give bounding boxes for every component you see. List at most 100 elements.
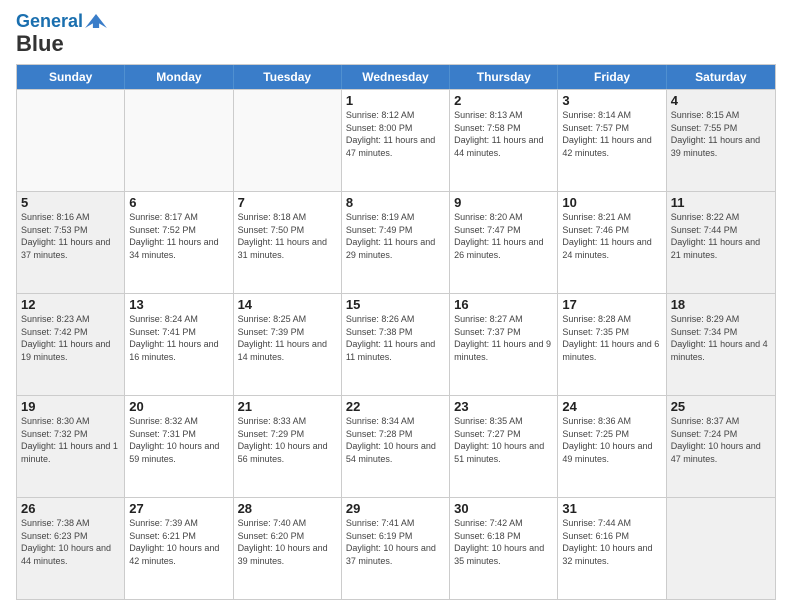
cal-cell-0-2 bbox=[234, 90, 342, 191]
logo: General Blue bbox=[16, 12, 107, 56]
cal-cell-2-6: 18Sunrise: 8:29 AM Sunset: 7:34 PM Dayli… bbox=[667, 294, 775, 395]
cal-cell-4-0: 26Sunrise: 7:38 AM Sunset: 6:23 PM Dayli… bbox=[17, 498, 125, 599]
day-number: 29 bbox=[346, 501, 445, 516]
day-info: Sunrise: 8:16 AM Sunset: 7:53 PM Dayligh… bbox=[21, 211, 120, 261]
day-info: Sunrise: 7:39 AM Sunset: 6:21 PM Dayligh… bbox=[129, 517, 228, 567]
day-info: Sunrise: 8:29 AM Sunset: 7:34 PM Dayligh… bbox=[671, 313, 771, 363]
day-info: Sunrise: 8:32 AM Sunset: 7:31 PM Dayligh… bbox=[129, 415, 228, 465]
day-info: Sunrise: 8:24 AM Sunset: 7:41 PM Dayligh… bbox=[129, 313, 228, 363]
day-info: Sunrise: 8:33 AM Sunset: 7:29 PM Dayligh… bbox=[238, 415, 337, 465]
day-info: Sunrise: 7:42 AM Sunset: 6:18 PM Dayligh… bbox=[454, 517, 553, 567]
day-info: Sunrise: 8:19 AM Sunset: 7:49 PM Dayligh… bbox=[346, 211, 445, 261]
day-number: 13 bbox=[129, 297, 228, 312]
day-number: 26 bbox=[21, 501, 120, 516]
day-info: Sunrise: 8:26 AM Sunset: 7:38 PM Dayligh… bbox=[346, 313, 445, 363]
calendar-row-1: 5Sunrise: 8:16 AM Sunset: 7:53 PM Daylig… bbox=[17, 191, 775, 293]
header-cell-wednesday: Wednesday bbox=[342, 65, 450, 89]
day-number: 18 bbox=[671, 297, 771, 312]
cal-cell-3-2: 21Sunrise: 8:33 AM Sunset: 7:29 PM Dayli… bbox=[234, 396, 342, 497]
cal-cell-3-6: 25Sunrise: 8:37 AM Sunset: 7:24 PM Dayli… bbox=[667, 396, 775, 497]
header-cell-friday: Friday bbox=[558, 65, 666, 89]
logo-text: General bbox=[16, 12, 83, 32]
day-number: 7 bbox=[238, 195, 337, 210]
cal-cell-4-4: 30Sunrise: 7:42 AM Sunset: 6:18 PM Dayli… bbox=[450, 498, 558, 599]
cal-cell-4-3: 29Sunrise: 7:41 AM Sunset: 6:19 PM Dayli… bbox=[342, 498, 450, 599]
day-number: 8 bbox=[346, 195, 445, 210]
cal-cell-1-6: 11Sunrise: 8:22 AM Sunset: 7:44 PM Dayli… bbox=[667, 192, 775, 293]
cal-cell-2-2: 14Sunrise: 8:25 AM Sunset: 7:39 PM Dayli… bbox=[234, 294, 342, 395]
cal-cell-1-1: 6Sunrise: 8:17 AM Sunset: 7:52 PM Daylig… bbox=[125, 192, 233, 293]
cal-cell-0-5: 3Sunrise: 8:14 AM Sunset: 7:57 PM Daylig… bbox=[558, 90, 666, 191]
calendar-row-0: 1Sunrise: 8:12 AM Sunset: 8:00 PM Daylig… bbox=[17, 89, 775, 191]
cal-cell-1-3: 8Sunrise: 8:19 AM Sunset: 7:49 PM Daylig… bbox=[342, 192, 450, 293]
cal-cell-3-3: 22Sunrise: 8:34 AM Sunset: 7:28 PM Dayli… bbox=[342, 396, 450, 497]
day-info: Sunrise: 7:41 AM Sunset: 6:19 PM Dayligh… bbox=[346, 517, 445, 567]
cal-cell-2-1: 13Sunrise: 8:24 AM Sunset: 7:41 PM Dayli… bbox=[125, 294, 233, 395]
calendar-row-2: 12Sunrise: 8:23 AM Sunset: 7:42 PM Dayli… bbox=[17, 293, 775, 395]
header-cell-monday: Monday bbox=[125, 65, 233, 89]
cal-cell-1-0: 5Sunrise: 8:16 AM Sunset: 7:53 PM Daylig… bbox=[17, 192, 125, 293]
day-number: 30 bbox=[454, 501, 553, 516]
day-info: Sunrise: 8:30 AM Sunset: 7:32 PM Dayligh… bbox=[21, 415, 120, 465]
cal-cell-2-4: 16Sunrise: 8:27 AM Sunset: 7:37 PM Dayli… bbox=[450, 294, 558, 395]
day-number: 5 bbox=[21, 195, 120, 210]
day-number: 2 bbox=[454, 93, 553, 108]
header: General Blue bbox=[16, 12, 776, 56]
cal-cell-0-3: 1Sunrise: 8:12 AM Sunset: 8:00 PM Daylig… bbox=[342, 90, 450, 191]
cal-cell-0-4: 2Sunrise: 8:13 AM Sunset: 7:58 PM Daylig… bbox=[450, 90, 558, 191]
day-info: Sunrise: 8:25 AM Sunset: 7:39 PM Dayligh… bbox=[238, 313, 337, 363]
day-info: Sunrise: 8:34 AM Sunset: 7:28 PM Dayligh… bbox=[346, 415, 445, 465]
day-number: 10 bbox=[562, 195, 661, 210]
cal-cell-3-4: 23Sunrise: 8:35 AM Sunset: 7:27 PM Dayli… bbox=[450, 396, 558, 497]
day-info: Sunrise: 8:35 AM Sunset: 7:27 PM Dayligh… bbox=[454, 415, 553, 465]
calendar-body: 1Sunrise: 8:12 AM Sunset: 8:00 PM Daylig… bbox=[17, 89, 775, 599]
header-cell-sunday: Sunday bbox=[17, 65, 125, 89]
day-info: Sunrise: 8:36 AM Sunset: 7:25 PM Dayligh… bbox=[562, 415, 661, 465]
day-info: Sunrise: 8:18 AM Sunset: 7:50 PM Dayligh… bbox=[238, 211, 337, 261]
day-number: 25 bbox=[671, 399, 771, 414]
calendar-row-3: 19Sunrise: 8:30 AM Sunset: 7:32 PM Dayli… bbox=[17, 395, 775, 497]
day-number: 17 bbox=[562, 297, 661, 312]
cal-cell-2-0: 12Sunrise: 8:23 AM Sunset: 7:42 PM Dayli… bbox=[17, 294, 125, 395]
day-number: 15 bbox=[346, 297, 445, 312]
day-number: 21 bbox=[238, 399, 337, 414]
cal-cell-4-6 bbox=[667, 498, 775, 599]
calendar: SundayMondayTuesdayWednesdayThursdayFrid… bbox=[16, 64, 776, 600]
page: General Blue SundayMondayTuesdayWednesda… bbox=[0, 0, 792, 612]
day-number: 19 bbox=[21, 399, 120, 414]
cal-cell-0-6: 4Sunrise: 8:15 AM Sunset: 7:55 PM Daylig… bbox=[667, 90, 775, 191]
day-number: 16 bbox=[454, 297, 553, 312]
day-number: 22 bbox=[346, 399, 445, 414]
logo-blue: Blue bbox=[16, 32, 64, 56]
day-info: Sunrise: 8:27 AM Sunset: 7:37 PM Dayligh… bbox=[454, 313, 553, 363]
day-number: 9 bbox=[454, 195, 553, 210]
day-info: Sunrise: 8:12 AM Sunset: 8:00 PM Dayligh… bbox=[346, 109, 445, 159]
cal-cell-1-5: 10Sunrise: 8:21 AM Sunset: 7:46 PM Dayli… bbox=[558, 192, 666, 293]
day-info: Sunrise: 8:17 AM Sunset: 7:52 PM Dayligh… bbox=[129, 211, 228, 261]
cal-cell-3-5: 24Sunrise: 8:36 AM Sunset: 7:25 PM Dayli… bbox=[558, 396, 666, 497]
logo-general: General bbox=[16, 11, 83, 31]
cal-cell-0-1 bbox=[125, 90, 233, 191]
day-number: 12 bbox=[21, 297, 120, 312]
day-number: 20 bbox=[129, 399, 228, 414]
day-number: 24 bbox=[562, 399, 661, 414]
calendar-header: SundayMondayTuesdayWednesdayThursdayFrid… bbox=[17, 65, 775, 89]
day-info: Sunrise: 8:22 AM Sunset: 7:44 PM Dayligh… bbox=[671, 211, 771, 261]
cal-cell-4-2: 28Sunrise: 7:40 AM Sunset: 6:20 PM Dayli… bbox=[234, 498, 342, 599]
day-number: 14 bbox=[238, 297, 337, 312]
day-info: Sunrise: 8:20 AM Sunset: 7:47 PM Dayligh… bbox=[454, 211, 553, 261]
day-info: Sunrise: 8:37 AM Sunset: 7:24 PM Dayligh… bbox=[671, 415, 771, 465]
day-info: Sunrise: 8:23 AM Sunset: 7:42 PM Dayligh… bbox=[21, 313, 120, 363]
cal-cell-1-2: 7Sunrise: 8:18 AM Sunset: 7:50 PM Daylig… bbox=[234, 192, 342, 293]
cal-cell-0-0 bbox=[17, 90, 125, 191]
day-info: Sunrise: 8:28 AM Sunset: 7:35 PM Dayligh… bbox=[562, 313, 661, 363]
day-info: Sunrise: 8:14 AM Sunset: 7:57 PM Dayligh… bbox=[562, 109, 661, 159]
cal-cell-4-1: 27Sunrise: 7:39 AM Sunset: 6:21 PM Dayli… bbox=[125, 498, 233, 599]
day-info: Sunrise: 8:21 AM Sunset: 7:46 PM Dayligh… bbox=[562, 211, 661, 261]
cal-cell-4-5: 31Sunrise: 7:44 AM Sunset: 6:16 PM Dayli… bbox=[558, 498, 666, 599]
header-cell-tuesday: Tuesday bbox=[234, 65, 342, 89]
day-info: Sunrise: 7:44 AM Sunset: 6:16 PM Dayligh… bbox=[562, 517, 661, 567]
cal-cell-2-5: 17Sunrise: 8:28 AM Sunset: 7:35 PM Dayli… bbox=[558, 294, 666, 395]
header-cell-thursday: Thursday bbox=[450, 65, 558, 89]
cal-cell-1-4: 9Sunrise: 8:20 AM Sunset: 7:47 PM Daylig… bbox=[450, 192, 558, 293]
